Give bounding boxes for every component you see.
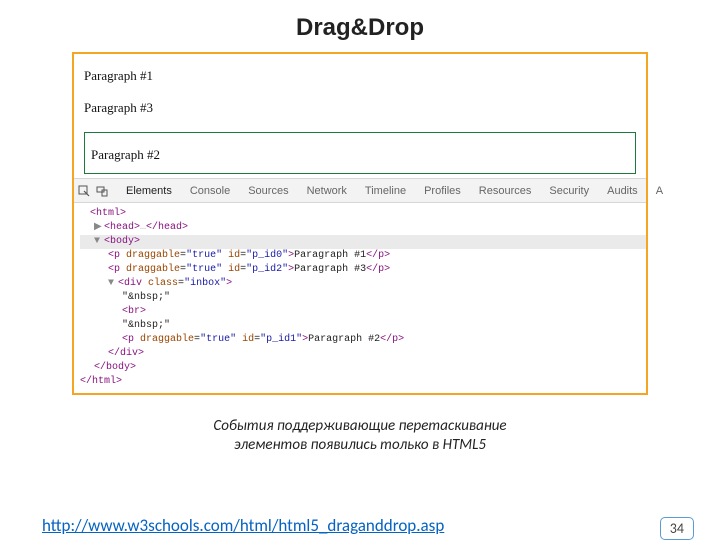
tab-console[interactable]: Console: [184, 185, 236, 197]
devtools-dom-tree[interactable]: <html> ▶<head>…</head> ▼<body> <p dragga…: [74, 203, 646, 393]
caption: События поддерживающие перетаскивание эл…: [0, 417, 720, 455]
dom-line[interactable]: "&nbsp;": [80, 319, 646, 333]
dom-line[interactable]: </body>: [80, 361, 646, 375]
dom-line[interactable]: </div>: [80, 347, 646, 361]
inspect-icon[interactable]: [78, 184, 90, 198]
rendered-page: Paragraph #1 Paragraph #3 Paragraph #2: [74, 54, 646, 178]
caption-line-2: элементов появились только в HTML5: [234, 436, 486, 454]
drop-target-inbox[interactable]: Paragraph #2: [84, 132, 636, 174]
spacer: [91, 135, 629, 145]
dom-line[interactable]: "&nbsp;": [80, 291, 646, 305]
tab-overflow[interactable]: A: [650, 185, 669, 197]
dom-line[interactable]: <p draggable="true" id="p_id1">Paragraph…: [80, 333, 646, 347]
slide-title: Drag&Drop: [0, 14, 720, 42]
tab-timeline[interactable]: Timeline: [359, 185, 412, 197]
dom-line[interactable]: <p draggable="true" id="p_id2">Paragraph…: [80, 263, 646, 277]
dom-line-body[interactable]: ▼<body>: [80, 235, 646, 249]
paragraph-2[interactable]: Paragraph #2: [91, 147, 629, 163]
slide-number: 34: [660, 517, 694, 540]
tab-network[interactable]: Network: [301, 185, 353, 197]
tab-profiles[interactable]: Profiles: [418, 185, 467, 197]
dom-line[interactable]: ▼<div class="inbox">: [80, 277, 646, 291]
reference-link[interactable]: http://www.w3schools.com/html/html5_drag…: [42, 515, 444, 536]
tab-sources[interactable]: Sources: [242, 185, 294, 197]
dom-line[interactable]: </html>: [80, 375, 646, 389]
tab-audits[interactable]: Audits: [601, 185, 644, 197]
paragraph-3[interactable]: Paragraph #3: [84, 100, 636, 116]
devtools-panel: Elements Console Sources Network Timelin…: [74, 178, 646, 393]
caption-line-1: События поддерживающие перетаскивание: [213, 417, 506, 435]
tab-security[interactable]: Security: [543, 185, 595, 197]
dom-line[interactable]: ▶<head>…</head>: [80, 221, 646, 235]
tab-resources[interactable]: Resources: [473, 185, 538, 197]
tab-elements[interactable]: Elements: [120, 185, 178, 197]
dom-line[interactable]: <html>: [80, 207, 646, 221]
paragraph-1[interactable]: Paragraph #1: [84, 68, 636, 84]
dom-line[interactable]: <br>: [80, 305, 646, 319]
devtools-toolbar: Elements Console Sources Network Timelin…: [74, 179, 646, 203]
screenshot-panel: Paragraph #1 Paragraph #3 Paragraph #2 E…: [72, 52, 648, 395]
dom-line[interactable]: <p draggable="true" id="p_id0">Paragraph…: [80, 249, 646, 263]
device-toggle-icon[interactable]: [96, 184, 108, 198]
